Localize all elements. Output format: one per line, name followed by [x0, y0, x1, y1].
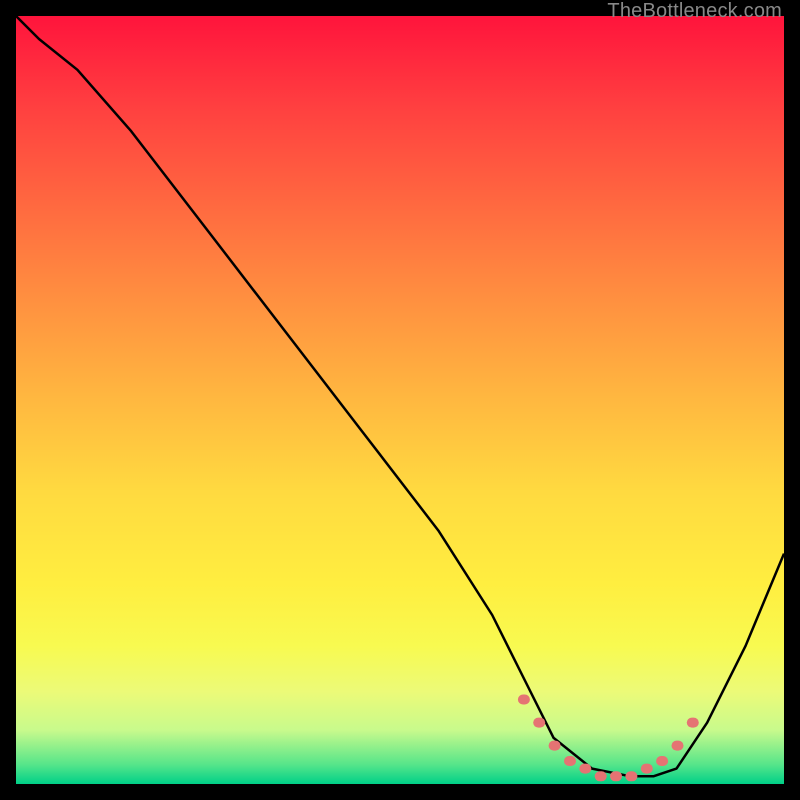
optimal-marker — [610, 771, 622, 781]
optimal-range-markers — [518, 695, 699, 782]
optimal-marker — [656, 756, 668, 766]
chart-frame: TheBottleneck.com — [0, 0, 800, 800]
optimal-marker — [564, 756, 576, 766]
optimal-marker — [549, 741, 561, 751]
optimal-marker — [687, 718, 699, 728]
optimal-marker — [518, 695, 530, 705]
bottleneck-curve-path — [16, 16, 784, 776]
optimal-marker — [672, 741, 684, 751]
optimal-marker — [641, 764, 653, 774]
optimal-marker — [579, 764, 591, 774]
optimal-marker — [625, 771, 637, 781]
curve-layer — [16, 16, 784, 784]
bottleneck-curve — [16, 16, 784, 776]
watermark-text: TheBottleneck.com — [607, 0, 782, 23]
optimal-marker — [595, 771, 607, 781]
plot-area — [16, 16, 784, 784]
optimal-marker — [533, 718, 545, 728]
